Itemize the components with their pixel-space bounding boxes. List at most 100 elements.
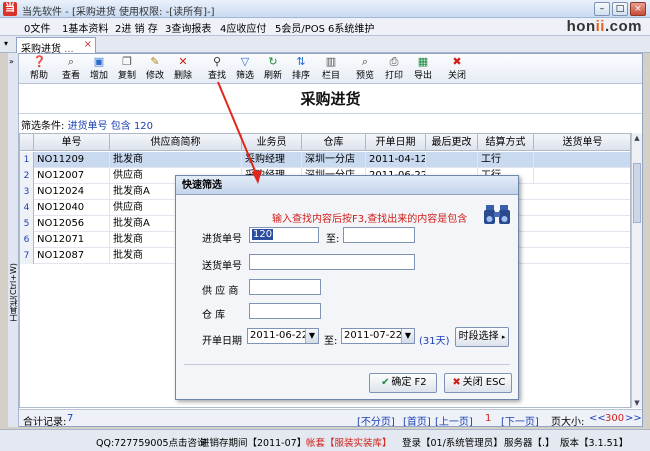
cell-order-no: NO12071 bbox=[34, 232, 110, 248]
brand-logo: honii.com bbox=[566, 18, 642, 35]
find-button[interactable]: ⚲ 查找 bbox=[205, 56, 229, 83]
table-row[interactable]: 1 NO11209 批发商 采购经理 深圳一分店 2011-04-12 工行 bbox=[20, 152, 630, 168]
window-title: 当先软件 - [采购进货 使用权限: -[读所有]-] bbox=[22, 7, 215, 18]
copy-button[interactable]: ❐ 复制 bbox=[115, 56, 139, 83]
cell-delivery-no bbox=[534, 168, 630, 184]
menu-basic-data[interactable]: 1基本资料 bbox=[62, 20, 108, 35]
no-paging-link[interactable]: [不分页] bbox=[357, 413, 395, 428]
close-button[interactable]: ✖ 关闭 bbox=[445, 56, 469, 83]
delivery-no-label: 送货单号 bbox=[202, 261, 242, 272]
page-size-forward-button[interactable]: >> bbox=[625, 413, 642, 424]
row-number: 2 bbox=[20, 168, 34, 184]
column-header-settlement[interactable]: 结算方式 bbox=[478, 134, 534, 151]
sort-button[interactable]: ⇅ 排序 bbox=[289, 56, 313, 83]
cell-order-date: 2011-04-12 bbox=[366, 152, 426, 168]
date-to-picker[interactable]: 2011-07-22 ▼ bbox=[341, 328, 415, 344]
cell-order-no: NO12087 bbox=[34, 248, 110, 264]
column-header-order-date[interactable]: 开单日期 bbox=[366, 134, 426, 151]
print-icon: ⎙ bbox=[389, 55, 399, 68]
edit-button[interactable]: ✎ 修改 bbox=[143, 56, 167, 83]
menu-receivables[interactable]: 4应收应付 bbox=[220, 20, 266, 35]
page-title: 采购进货 bbox=[19, 84, 642, 114]
scroll-down-icon[interactable]: ▼ bbox=[632, 398, 642, 408]
column-header-supplier[interactable]: 供应商简称 bbox=[110, 134, 242, 151]
status-qq-link[interactable]: QQ:727759005点击咨询 bbox=[96, 435, 207, 449]
dialog-close-button[interactable]: ✖ 关闭 ESC bbox=[444, 373, 512, 393]
prev-page-link[interactable]: [上一页] bbox=[435, 413, 473, 428]
cell-order-no: NO12024 bbox=[34, 184, 110, 200]
filter-button[interactable]: ▽ 筛选 bbox=[233, 56, 257, 83]
copy-icon: ❐ bbox=[122, 55, 132, 68]
menu-inventory[interactable]: 2进 销 存 bbox=[115, 20, 158, 35]
status-server: 服务器【.】 bbox=[504, 438, 555, 449]
minimize-button[interactable]: – bbox=[594, 2, 610, 16]
column-header-warehouse[interactable]: 仓库 bbox=[302, 134, 366, 151]
menu-system[interactable]: 6系统维护 bbox=[328, 20, 374, 35]
tab-purchase[interactable]: 采购进货 ... × bbox=[16, 37, 96, 55]
column-header-salesperson[interactable]: 业务员 bbox=[242, 134, 302, 151]
refresh-icon: ↻ bbox=[268, 55, 278, 68]
double-chevron-icon[interactable]: » bbox=[9, 57, 14, 66]
period-select-button[interactable]: 时段选择 ▸ bbox=[455, 327, 509, 347]
column-header-last-modified[interactable]: 最后更改 bbox=[426, 134, 478, 151]
add-button[interactable]: ▣ 增加 bbox=[87, 56, 111, 83]
supplier-input[interactable] bbox=[249, 279, 321, 295]
row-number-header bbox=[20, 134, 34, 151]
window-close-button[interactable]: × bbox=[630, 2, 646, 16]
row-number: 5 bbox=[20, 216, 34, 232]
maximize-button[interactable]: □ bbox=[612, 2, 628, 16]
checkmark-icon: ✔ bbox=[381, 377, 390, 388]
print-button[interactable]: ⎙ 打印 bbox=[382, 56, 406, 83]
toolbar-toggle-strip[interactable]: » 工具栏(Ctrl+W) bbox=[8, 53, 19, 427]
edit-icon: ✎ bbox=[150, 55, 160, 68]
preview-button[interactable]: ⌕ 预览 bbox=[353, 56, 377, 83]
next-page-link[interactable]: [下一页] bbox=[501, 413, 539, 428]
menu-file[interactable]: 0文件 bbox=[24, 20, 50, 35]
status-version: 版本【3.1.51】 bbox=[560, 438, 629, 449]
date-to-dropdown-icon[interactable]: ▼ bbox=[401, 329, 414, 343]
delivery-no-input[interactable] bbox=[249, 254, 415, 270]
columns-button[interactable]: ▥ 栏目 bbox=[319, 56, 343, 83]
tab-menu-chevron-icon[interactable]: ▾ bbox=[4, 39, 8, 48]
order-no-to-input[interactable] bbox=[343, 227, 415, 243]
supplier-label: 供 应 商 bbox=[202, 286, 239, 297]
warehouse-input[interactable] bbox=[249, 303, 321, 319]
warehouse-label: 仓 库 bbox=[202, 310, 226, 321]
toolbar: ❓ 帮助 ⌕ 查看 ▣ 增加 ❐ 复制 ✎ 修改 ✕ 删除 ⚲ 查找 ▽ 筛选 ↻ 刷新 ⇅ 排序 … bbox=[19, 54, 642, 84]
date-from-picker[interactable]: 2011-06-22 ▼ bbox=[247, 328, 319, 344]
first-page-link[interactable]: [首页] bbox=[403, 413, 431, 428]
x-icon: ✖ bbox=[452, 377, 461, 388]
status-account: 帐套【服装实装库】 bbox=[306, 438, 392, 449]
export-button[interactable]: ▦ 导出 bbox=[411, 56, 435, 83]
record-count: 7 bbox=[67, 413, 74, 424]
menu-member-pos[interactable]: 5会员/POS bbox=[275, 20, 325, 35]
quick-filter-dialog: 快速筛选 输入查找内容后按F3,查找出来的内容是包含 进货单号 120 至: 送… bbox=[175, 175, 519, 400]
view-button[interactable]: ⌕ 查看 bbox=[59, 56, 83, 83]
refresh-button[interactable]: ↻ 刷新 bbox=[261, 56, 285, 83]
row-number: 1 bbox=[20, 152, 34, 168]
columns-icon: ▥ bbox=[325, 55, 337, 68]
scroll-thumb[interactable] bbox=[633, 163, 641, 223]
column-header-order-no[interactable]: 单号 bbox=[34, 134, 110, 151]
filter-conditions: 筛选条件: 进货单号 包含 120 bbox=[21, 121, 154, 132]
menu-reports[interactable]: 3查询报表 bbox=[165, 20, 211, 35]
grid-vertical-scrollbar[interactable]: ▲ ▼ bbox=[631, 133, 642, 408]
delete-button[interactable]: ✕ 删除 bbox=[171, 56, 195, 83]
view-icon: ⌕ bbox=[67, 55, 75, 68]
scroll-up-icon[interactable]: ▲ bbox=[632, 133, 642, 143]
date-to-label: 至: bbox=[324, 336, 338, 347]
cell-order-no: NO12056 bbox=[34, 216, 110, 232]
page-size-label: 页大小: bbox=[551, 417, 585, 428]
tab-close-icon[interactable]: × bbox=[84, 39, 92, 50]
date-from-dropdown-icon[interactable]: ▼ bbox=[305, 329, 318, 343]
cell-order-no: NO12040 bbox=[34, 200, 110, 216]
column-header-delivery-no[interactable]: 送货单号 bbox=[534, 134, 630, 151]
page-size-value[interactable]: 300 bbox=[605, 413, 624, 424]
page-size-back-button[interactable]: << bbox=[589, 413, 606, 424]
export-icon: ▦ bbox=[417, 55, 429, 68]
confirm-button[interactable]: ✔ 确定 F2 bbox=[369, 373, 437, 393]
help-button[interactable]: ❓ 帮助 bbox=[27, 56, 51, 83]
toolbar-toggle-label: 工具栏(Ctrl+W) bbox=[9, 263, 18, 323]
order-no-from-input[interactable]: 120 bbox=[249, 227, 319, 243]
binoculars-icon bbox=[484, 205, 510, 224]
